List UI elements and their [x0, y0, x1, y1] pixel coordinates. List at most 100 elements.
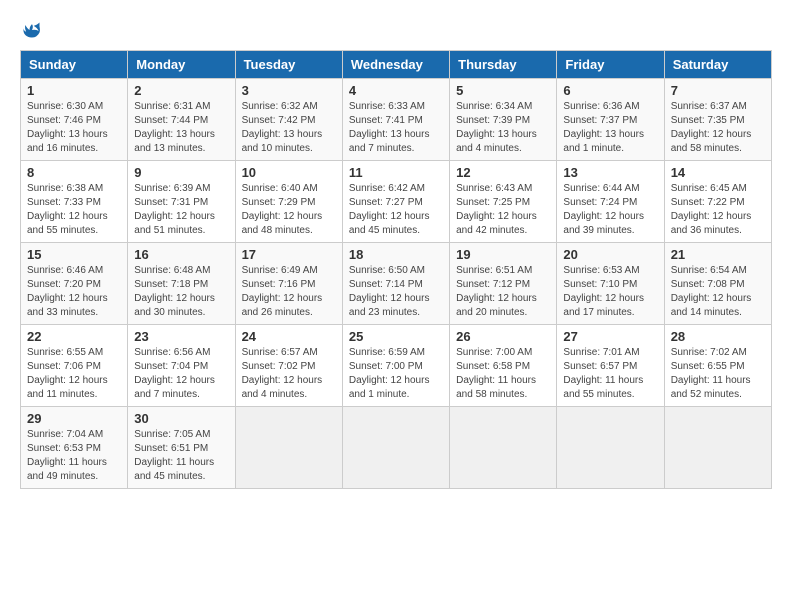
- day-info: Sunrise: 6:33 AM Sunset: 7:41 PM Dayligh…: [349, 100, 443, 156]
- calendar-cell: 15 Sunrise: 6:46 AM Sunset: 7:20 PM Dayli…: [21, 243, 128, 325]
- day-number: 21: [671, 247, 765, 262]
- calendar-cell: 30 Sunrise: 7:05 AM Sunset: 6:51 PM Dayli…: [128, 407, 235, 489]
- calendar-week-row: 15 Sunrise: 6:46 AM Sunset: 7:20 PM Dayli…: [21, 243, 772, 325]
- calendar-cell: 6 Sunrise: 6:36 AM Sunset: 7:37 PM Daylig…: [557, 79, 664, 161]
- calendar-cell: 26 Sunrise: 7:00 AM Sunset: 6:58 PM Dayli…: [450, 325, 557, 407]
- calendar-cell: 14Sunrise: 6:45 AM Sunset: 7:22 PM Dayli…: [664, 161, 771, 243]
- calendar-cell: 2Sunrise: 6:31 AM Sunset: 7:44 PM Daylig…: [128, 79, 235, 161]
- calendar-header-friday: Friday: [557, 51, 664, 79]
- calendar-cell: 18Sunrise: 6:50 AM Sunset: 7:14 PM Dayli…: [342, 243, 449, 325]
- day-number: 14: [671, 165, 765, 180]
- day-number: 6: [563, 83, 657, 98]
- day-number: 3: [242, 83, 336, 98]
- logo: [20, 20, 42, 40]
- day-number: 18: [349, 247, 443, 262]
- calendar-header-tuesday: Tuesday: [235, 51, 342, 79]
- day-number: 15: [27, 247, 121, 262]
- calendar-cell: 28 Sunrise: 7:02 AM Sunset: 6:55 PM Dayli…: [664, 325, 771, 407]
- day-number: 11: [349, 165, 443, 180]
- day-info: Sunrise: 6:44 AM Sunset: 7:24 PM Dayligh…: [563, 182, 657, 238]
- calendar-cell: 7 Sunrise: 6:37 AM Sunset: 7:35 PM Daylig…: [664, 79, 771, 161]
- calendar-cell: 5Sunrise: 6:34 AM Sunset: 7:39 PM Daylig…: [450, 79, 557, 161]
- calendar-cell: 19 Sunrise: 6:51 AM Sunset: 7:12 PM Dayli…: [450, 243, 557, 325]
- day-number: 4: [349, 83, 443, 98]
- calendar-cell: 21 Sunrise: 6:54 AM Sunset: 7:08 PM Dayli…: [664, 243, 771, 325]
- calendar-cell: 25Sunrise: 6:59 AM Sunset: 7:00 PM Dayli…: [342, 325, 449, 407]
- day-info: Sunrise: 6:59 AM Sunset: 7:00 PM Dayligh…: [349, 346, 443, 402]
- day-info: Sunrise: 7:01 AM Sunset: 6:57 PM Dayligh…: [563, 346, 657, 402]
- day-number: 28: [671, 329, 765, 344]
- calendar-cell: 10 Sunrise: 6:40 AM Sunset: 7:29 PM Dayli…: [235, 161, 342, 243]
- day-number: 19: [456, 247, 550, 262]
- day-info: Sunrise: 6:51 AM Sunset: 7:12 PM Dayligh…: [456, 264, 550, 320]
- calendar-week-row: 1 Sunrise: 6:30 AM Sunset: 7:46 PM Daylig…: [21, 79, 772, 161]
- calendar-header-thursday: Thursday: [450, 51, 557, 79]
- calendar-cell: 9 Sunrise: 6:39 AM Sunset: 7:31 PM Daylig…: [128, 161, 235, 243]
- calendar-cell: [235, 407, 342, 489]
- day-info: Sunrise: 6:37 AM Sunset: 7:35 PM Dayligh…: [671, 100, 765, 156]
- logo-bird-icon: [22, 20, 42, 40]
- calendar-header-row: SundayMondayTuesdayWednesdayThursdayFrid…: [21, 51, 772, 79]
- day-number: 30: [134, 411, 228, 426]
- day-info: Sunrise: 6:32 AM Sunset: 7:42 PM Dayligh…: [242, 100, 336, 156]
- day-number: 1: [27, 83, 121, 98]
- day-number: 20: [563, 247, 657, 262]
- calendar-header-sunday: Sunday: [21, 51, 128, 79]
- day-number: 12: [456, 165, 550, 180]
- calendar-cell: [342, 407, 449, 489]
- calendar-cell: 3 Sunrise: 6:32 AM Sunset: 7:42 PM Daylig…: [235, 79, 342, 161]
- day-info: Sunrise: 6:46 AM Sunset: 7:20 PM Dayligh…: [27, 264, 121, 320]
- day-number: 16: [134, 247, 228, 262]
- day-info: Sunrise: 6:54 AM Sunset: 7:08 PM Dayligh…: [671, 264, 765, 320]
- day-number: 8: [27, 165, 121, 180]
- calendar-cell: 23Sunrise: 6:56 AM Sunset: 7:04 PM Dayli…: [128, 325, 235, 407]
- calendar-cell: 29 Sunrise: 7:04 AM Sunset: 6:53 PM Dayli…: [21, 407, 128, 489]
- day-info: Sunrise: 6:53 AM Sunset: 7:10 PM Dayligh…: [563, 264, 657, 320]
- day-info: Sunrise: 7:05 AM Sunset: 6:51 PM Dayligh…: [134, 428, 228, 484]
- calendar-table: SundayMondayTuesdayWednesdayThursdayFrid…: [20, 50, 772, 489]
- day-info: Sunrise: 6:39 AM Sunset: 7:31 PM Dayligh…: [134, 182, 228, 238]
- calendar-cell: 22Sunrise: 6:55 AM Sunset: 7:06 PM Dayli…: [21, 325, 128, 407]
- day-info: Sunrise: 6:49 AM Sunset: 7:16 PM Dayligh…: [242, 264, 336, 320]
- day-info: Sunrise: 6:40 AM Sunset: 7:29 PM Dayligh…: [242, 182, 336, 238]
- calendar-cell: 4 Sunrise: 6:33 AM Sunset: 7:41 PM Daylig…: [342, 79, 449, 161]
- calendar-cell: 20 Sunrise: 6:53 AM Sunset: 7:10 PM Dayli…: [557, 243, 664, 325]
- day-number: 29: [27, 411, 121, 426]
- day-info: Sunrise: 6:30 AM Sunset: 7:46 PM Dayligh…: [27, 100, 121, 156]
- calendar-cell: [450, 407, 557, 489]
- day-info: Sunrise: 6:55 AM Sunset: 7:06 PM Dayligh…: [27, 346, 121, 402]
- day-info: Sunrise: 6:57 AM Sunset: 7:02 PM Dayligh…: [242, 346, 336, 402]
- day-info: Sunrise: 7:02 AM Sunset: 6:55 PM Dayligh…: [671, 346, 765, 402]
- calendar-cell: 12 Sunrise: 6:43 AM Sunset: 7:25 PM Dayli…: [450, 161, 557, 243]
- day-info: Sunrise: 6:48 AM Sunset: 7:18 PM Dayligh…: [134, 264, 228, 320]
- day-number: 26: [456, 329, 550, 344]
- day-number: 23: [134, 329, 228, 344]
- calendar-cell: 1 Sunrise: 6:30 AM Sunset: 7:46 PM Daylig…: [21, 79, 128, 161]
- day-number: 17: [242, 247, 336, 262]
- calendar-cell: [664, 407, 771, 489]
- day-number: 9: [134, 165, 228, 180]
- day-number: 13: [563, 165, 657, 180]
- calendar-cell: [557, 407, 664, 489]
- day-info: Sunrise: 6:34 AM Sunset: 7:39 PM Dayligh…: [456, 100, 550, 156]
- calendar-header-wednesday: Wednesday: [342, 51, 449, 79]
- calendar-cell: 27 Sunrise: 7:01 AM Sunset: 6:57 PM Dayli…: [557, 325, 664, 407]
- day-info: Sunrise: 6:43 AM Sunset: 7:25 PM Dayligh…: [456, 182, 550, 238]
- calendar-cell: 11 Sunrise: 6:42 AM Sunset: 7:27 PM Dayli…: [342, 161, 449, 243]
- day-info: Sunrise: 7:04 AM Sunset: 6:53 PM Dayligh…: [27, 428, 121, 484]
- calendar-cell: 8 Sunrise: 6:38 AM Sunset: 7:33 PM Daylig…: [21, 161, 128, 243]
- day-info: Sunrise: 7:00 AM Sunset: 6:58 PM Dayligh…: [456, 346, 550, 402]
- day-number: 27: [563, 329, 657, 344]
- day-number: 7: [671, 83, 765, 98]
- day-info: Sunrise: 6:42 AM Sunset: 7:27 PM Dayligh…: [349, 182, 443, 238]
- day-info: Sunrise: 6:36 AM Sunset: 7:37 PM Dayligh…: [563, 100, 657, 156]
- calendar-header-monday: Monday: [128, 51, 235, 79]
- day-number: 24: [242, 329, 336, 344]
- calendar-cell: 24 Sunrise: 6:57 AM Sunset: 7:02 PM Dayli…: [235, 325, 342, 407]
- calendar-week-row: 22Sunrise: 6:55 AM Sunset: 7:06 PM Dayli…: [21, 325, 772, 407]
- day-info: Sunrise: 6:38 AM Sunset: 7:33 PM Dayligh…: [27, 182, 121, 238]
- day-number: 10: [242, 165, 336, 180]
- calendar-week-row: 8 Sunrise: 6:38 AM Sunset: 7:33 PM Daylig…: [21, 161, 772, 243]
- calendar-week-row: 29 Sunrise: 7:04 AM Sunset: 6:53 PM Dayli…: [21, 407, 772, 489]
- calendar-header-saturday: Saturday: [664, 51, 771, 79]
